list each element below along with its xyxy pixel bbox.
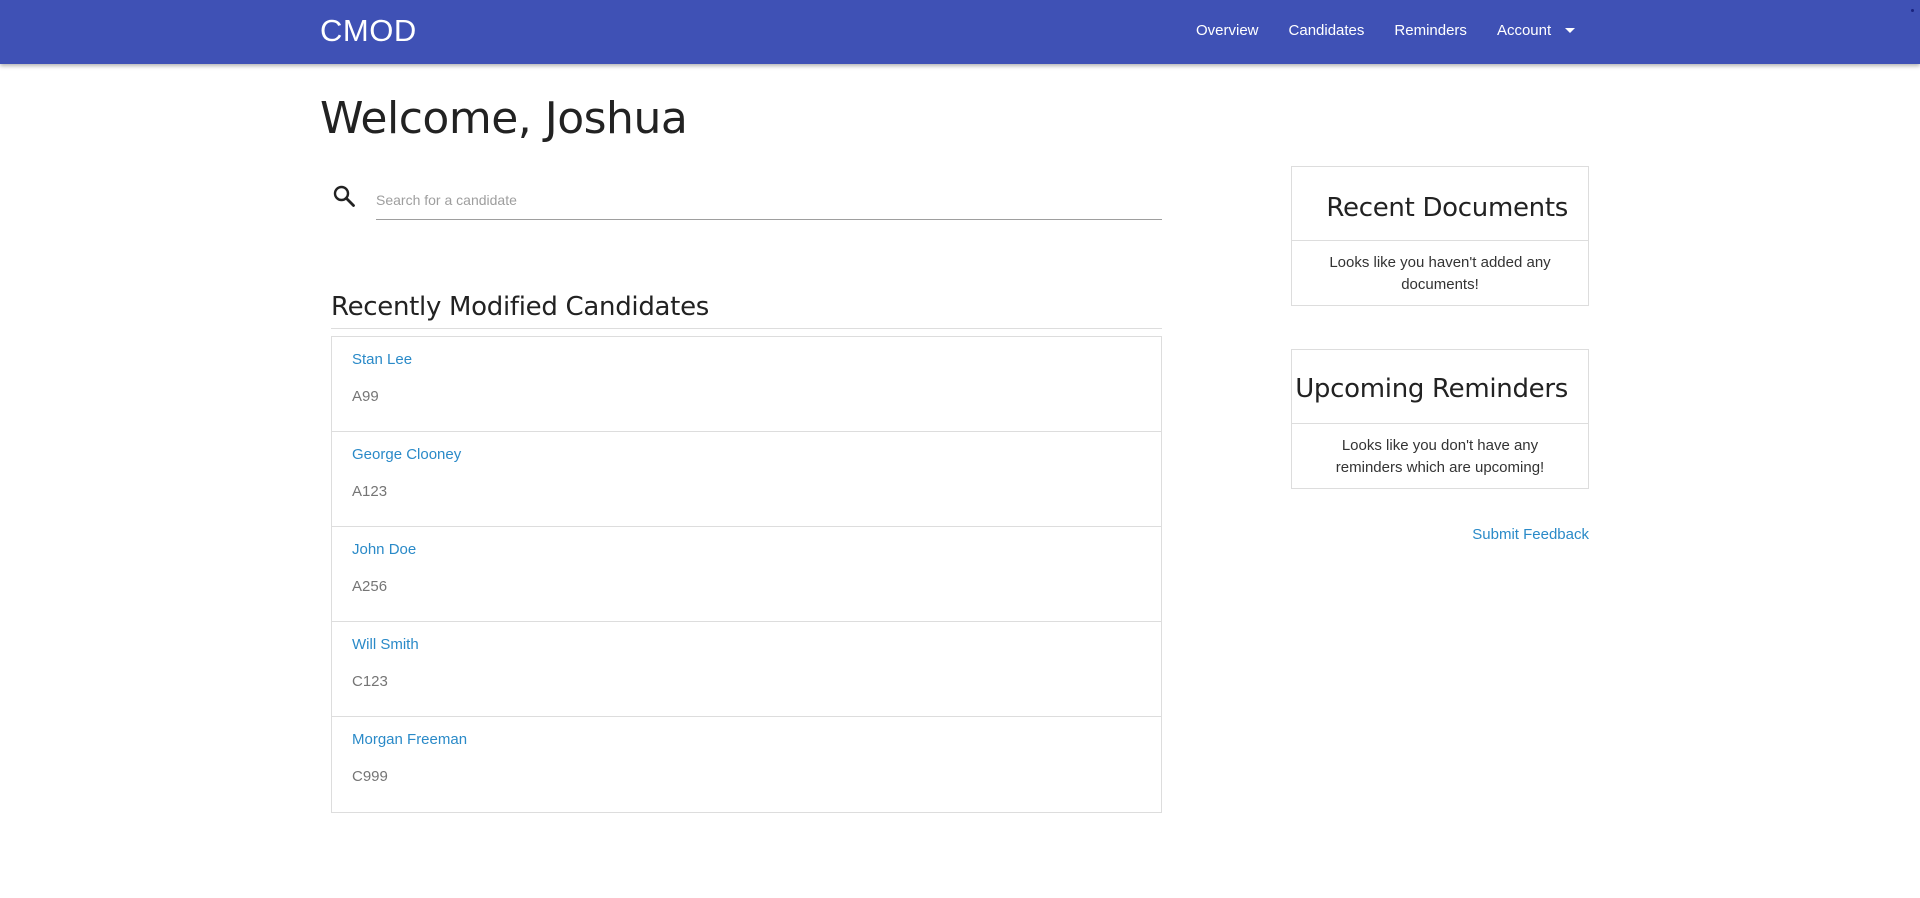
nav-candidates[interactable]: Candidates — [1289, 22, 1365, 39]
recent-documents-empty-text: Looks like you haven't added any documen… — [1329, 254, 1551, 293]
upcoming-reminders-card: Upcoming Reminders Looks like you don't … — [1291, 349, 1589, 489]
heading-divider — [331, 328, 1162, 329]
nav-overview[interactable]: Overview — [1196, 22, 1259, 39]
candidate-code: A123 — [352, 483, 388, 500]
page-title: Welcome, Joshua — [320, 93, 688, 144]
brand-logo[interactable]: CMOD — [320, 13, 417, 49]
candidate-code: C123 — [352, 673, 388, 690]
list-item: Will Smith C123 — [332, 622, 1161, 717]
search-icon — [333, 185, 355, 207]
nav-account[interactable]: Account — [1497, 22, 1551, 39]
candidate-code: C999 — [352, 768, 388, 785]
recent-documents-card: Recent Documents Looks like you haven't … — [1291, 166, 1589, 306]
candidate-link[interactable]: Morgan Freeman — [352, 731, 467, 748]
list-item: Morgan Freeman C999 — [332, 717, 1161, 812]
candidate-link[interactable]: Will Smith — [352, 636, 419, 653]
candidate-link[interactable]: John Doe — [352, 541, 416, 558]
list-item: Stan Lee A99 — [332, 337, 1161, 432]
candidate-list: Stan Lee A99 George Clooney A123 John Do… — [331, 336, 1162, 813]
nav-reminders[interactable]: Reminders — [1394, 22, 1467, 39]
candidate-link[interactable]: George Clooney — [352, 446, 461, 463]
recent-candidates-heading: Recently Modified Candidates — [331, 292, 710, 322]
top-navbar: CMOD Overview Candidates Reminders Accou… — [0, 0, 1920, 64]
candidate-code: A99 — [352, 388, 379, 405]
upcoming-reminders-empty-text: Looks like you don't have any reminders … — [1335, 437, 1545, 476]
candidate-link[interactable]: Stan Lee — [352, 351, 412, 368]
submit-feedback-link[interactable]: Submit Feedback — [1472, 526, 1589, 543]
chevron-down-icon[interactable] — [1565, 28, 1576, 33]
recent-documents-title: Recent Documents — [1292, 167, 1588, 241]
candidate-code: A256 — [352, 578, 388, 595]
list-item: George Clooney A123 — [332, 432, 1161, 527]
search-bar — [330, 178, 1162, 220]
upcoming-reminders-title: Upcoming Reminders — [1292, 350, 1588, 424]
nav-links: Overview Candidates Reminders Account — [1196, 22, 1576, 39]
search-input[interactable] — [376, 178, 1162, 220]
list-item: John Doe A256 — [332, 527, 1161, 622]
corner-dot — [1911, 9, 1914, 12]
